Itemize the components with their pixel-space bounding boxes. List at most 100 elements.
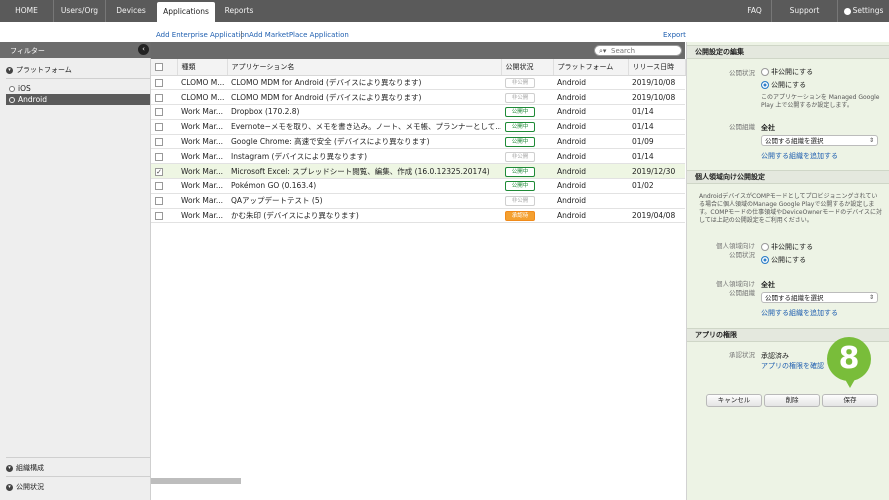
- cell-type: CLOMO M...: [177, 89, 227, 106]
- personal-add-org-link[interactable]: 公開する組織を追加する: [761, 308, 838, 318]
- table-row[interactable]: Work Mar... かむ朱印 (デバイスにより異なります) 承認待 Android…: [151, 208, 685, 224]
- row-checkbox[interactable]: [155, 152, 163, 161]
- gear-icon: [843, 7, 851, 15]
- search-input[interactable]: ⌕▾ Search: [594, 45, 682, 56]
- cell-status: 公開中: [501, 134, 553, 150]
- cell-app-name: QAアップデートテスト (5): [227, 193, 501, 209]
- column-header-app-name[interactable]: アプリケーション名: [227, 59, 502, 76]
- column-header-platform[interactable]: プラットフォーム: [553, 59, 629, 76]
- save-button[interactable]: 保存: [822, 394, 878, 407]
- chevron-updown-icon: ⇕: [868, 294, 874, 301]
- status-badge: 非公開: [505, 77, 535, 88]
- personal-org-label-line2: 公開組織: [729, 289, 755, 297]
- row-checkbox-cell[interactable]: [151, 148, 177, 165]
- nav-applications[interactable]: Applications: [157, 2, 215, 22]
- filter-item-ios[interactable]: iOS: [6, 83, 150, 94]
- row-checkbox-cell[interactable]: [151, 89, 177, 106]
- publish-settings-heading: 公開設定の編集: [687, 45, 889, 59]
- top-navigation-bar: HOME Users/Org Devices Applications Repo…: [0, 0, 889, 22]
- search-placeholder: Search: [611, 47, 636, 55]
- row-checkbox[interactable]: [155, 182, 163, 191]
- cell-type: Work Mar...: [177, 208, 227, 224]
- row-checkbox-cell[interactable]: ✓: [151, 163, 177, 180]
- nav-users-org[interactable]: Users/Org: [54, 0, 106, 22]
- row-checkbox[interactable]: [155, 123, 163, 132]
- row-checkbox[interactable]: [155, 78, 163, 87]
- personal-status-label-line2: 公開状況: [729, 251, 755, 259]
- filter-item-android[interactable]: Android: [6, 94, 150, 105]
- approval-status-label: 承認状況: [729, 351, 755, 359]
- row-checkbox[interactable]: [155, 93, 163, 102]
- row-checkbox-cell[interactable]: [151, 193, 177, 209]
- row-checkbox-cell[interactable]: [151, 119, 177, 135]
- row-checkbox[interactable]: [155, 197, 163, 206]
- row-checkbox[interactable]: [155, 138, 163, 147]
- expand-icon: ▾: [6, 483, 13, 491]
- nav-settings[interactable]: Settings: [838, 0, 889, 22]
- row-checkbox[interactable]: ✓: [155, 167, 163, 176]
- nav-support[interactable]: Support: [772, 0, 838, 22]
- table-row[interactable]: Work Mar... Google Chrome: 高速で安全 (デバイスにより…: [151, 134, 685, 150]
- filter-header: フィルター ‹: [0, 42, 151, 58]
- divider: [6, 78, 150, 79]
- row-checkbox-cell[interactable]: [151, 104, 177, 120]
- delete-button[interactable]: 削除: [764, 394, 820, 407]
- column-header-status[interactable]: 公開状況: [501, 59, 554, 76]
- filter-section-status[interactable]: ▾ 公開状況: [6, 482, 44, 492]
- table-row[interactable]: CLOMO M... CLOMO MDM for Android (デバイスにより…: [151, 89, 685, 106]
- table-row[interactable]: Work Mar... Dropbox (170.2.8) 公開中 Android 01…: [151, 104, 685, 120]
- cell-platform: Android: [553, 75, 628, 91]
- cell-type: Work Mar...: [177, 193, 227, 209]
- select-all-checkbox-cell[interactable]: [151, 59, 178, 76]
- table-header-row: 種類 アプリケーション名 公開状況 プラットフォーム リリース日時: [151, 59, 686, 76]
- table-row[interactable]: ✓ Work Mar... Microsoft Excel: スプレッドシート閲覧、…: [151, 163, 685, 180]
- row-checkbox[interactable]: [155, 212, 163, 221]
- nav-reports[interactable]: Reports: [217, 0, 261, 22]
- cell-release-date: 01/14: [628, 148, 685, 165]
- filter-section-platform[interactable]: ▾ プラットフォーム: [6, 65, 72, 75]
- row-checkbox-cell[interactable]: [151, 134, 177, 150]
- divider: [6, 457, 150, 458]
- status-badge: 非公開: [505, 196, 535, 207]
- personal-radio-public[interactable]: 公開にする: [761, 255, 806, 265]
- add-org-link[interactable]: 公開する組織を追加する: [761, 151, 838, 161]
- org-select[interactable]: 公開する組織を選択 ⇕: [761, 135, 878, 146]
- action-links-row: Add Enterprise Application | Add MarketP…: [0, 22, 889, 42]
- export-link[interactable]: Export: [663, 31, 686, 39]
- table-row[interactable]: Work Mar... Instagram (デバイスにより異なります) 非公開 An…: [151, 148, 685, 165]
- table-row[interactable]: Work Mar... Pokémon GO (0.163.4) 公開中 Androi…: [151, 178, 685, 194]
- row-checkbox-cell[interactable]: [151, 178, 177, 194]
- table-row[interactable]: Work Mar... QAアップデートテスト (5) 非公開 Android: [151, 193, 685, 209]
- nav-home[interactable]: HOME: [0, 0, 54, 22]
- cell-app-name: Evernote−メモを取り、メモを書き込み。ノート、メモ帳、プランナーとして.…: [227, 119, 501, 135]
- add-enterprise-application-link[interactable]: Add Enterprise Application: [156, 31, 249, 39]
- status-badge: 公開中: [505, 122, 535, 133]
- personal-radio-private[interactable]: 非公開にする: [761, 242, 813, 252]
- cancel-button[interactable]: キャンセル: [706, 394, 762, 407]
- nav-faq[interactable]: FAQ: [738, 0, 772, 22]
- row-checkbox[interactable]: [155, 108, 163, 117]
- radio-public[interactable]: 公開にする: [761, 80, 806, 90]
- row-checkbox-cell[interactable]: [151, 75, 177, 91]
- radio-private[interactable]: 非公開にする: [761, 67, 813, 77]
- collapse-icon[interactable]: ‹: [138, 44, 149, 55]
- status-section-label: 公開状況: [16, 483, 44, 491]
- check-permissions-link[interactable]: アプリの権限を確認: [761, 361, 824, 371]
- radio-public-label: 公開にする: [771, 81, 807, 89]
- add-marketplace-application-link[interactable]: Add MarketPlace Application: [249, 31, 349, 39]
- nav-devices[interactable]: Devices: [106, 0, 156, 22]
- column-header-type[interactable]: 種類: [177, 59, 228, 76]
- select-all-checkbox[interactable]: [155, 62, 163, 71]
- horizontal-scrollbar[interactable]: [151, 478, 241, 484]
- cell-app-name: Pokémon GO (0.163.4): [227, 178, 501, 194]
- filter-section-org[interactable]: ▾ 組織構成: [6, 463, 44, 473]
- approval-status-value: 承認済み: [761, 352, 789, 360]
- cell-status: 非公開: [501, 89, 553, 106]
- column-header-release-date[interactable]: リリース日時: [628, 59, 686, 76]
- row-checkbox-cell[interactable]: [151, 208, 177, 224]
- table-row[interactable]: Work Mar... Evernote−メモを取り、メモを書き込み。ノート、メモ…: [151, 119, 685, 135]
- table-row[interactable]: CLOMO M... CLOMO MDM for Android (デバイスにより…: [151, 75, 685, 91]
- personal-org-select[interactable]: 公開する組織を選択 ⇕: [761, 292, 878, 303]
- cell-release-date: 2019/10/08: [628, 89, 685, 106]
- radio-icon: [9, 97, 15, 103]
